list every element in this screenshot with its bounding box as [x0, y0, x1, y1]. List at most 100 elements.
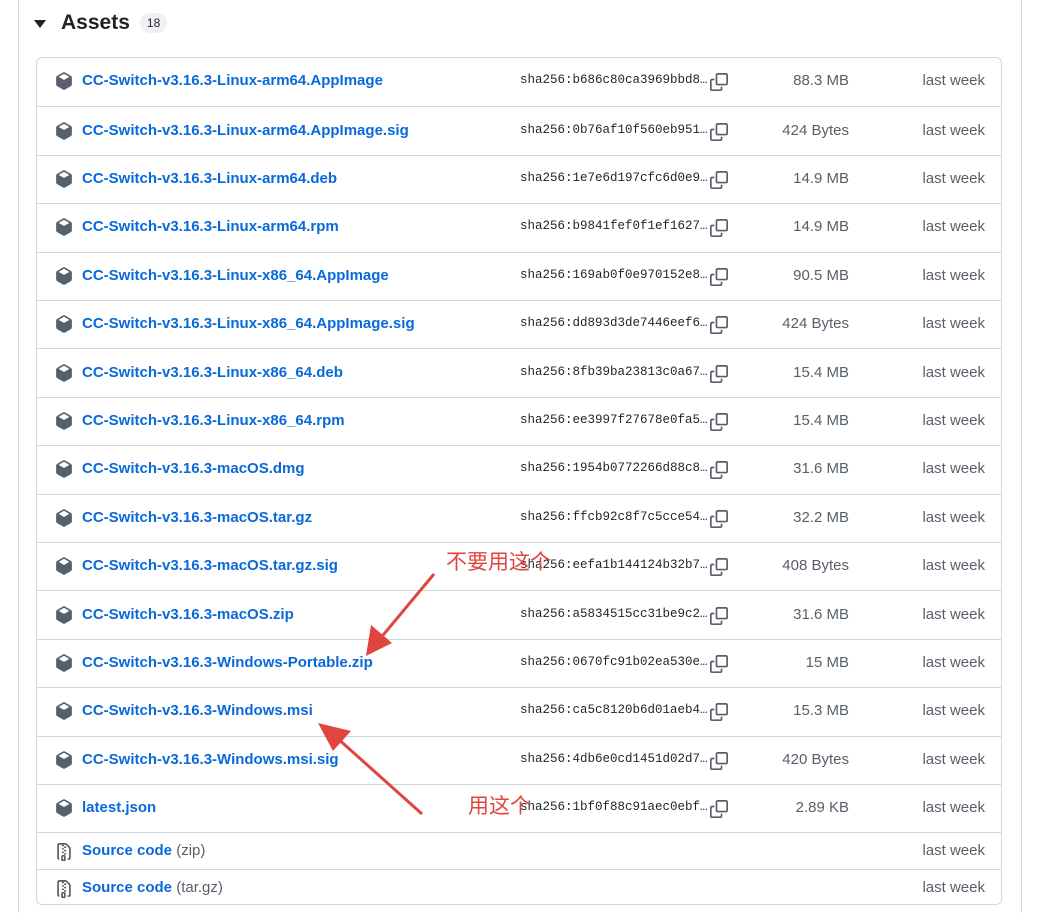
source-code-link[interactable]: Source code (tar.gz)	[82, 879, 223, 896]
asset-size: 424 Bytes	[782, 315, 849, 333]
asset-download-link[interactable]: CC-Switch-v3.16.3-Windows-Portable.zip	[82, 654, 373, 671]
asset-sha256: sha256:a5834515cc31be9c2…	[520, 606, 708, 621]
asset-date: last week	[922, 315, 985, 333]
asset-download-link[interactable]: CC-Switch-v3.16.3-Linux-x86_64.AppImage	[82, 267, 389, 284]
package-icon	[55, 218, 73, 237]
copy-icon[interactable]	[710, 606, 728, 625]
copy-icon[interactable]	[710, 267, 728, 286]
asset-download-link[interactable]: CC-Switch-v3.16.3-Linux-arm64.AppImage	[82, 72, 383, 89]
asset-row: CC-Switch-v3.16.3-macOS.tar.gz sha256:ffc…	[37, 493, 1001, 542]
asset-download-link[interactable]: CC-Switch-v3.16.3-Linux-arm64.rpm	[82, 218, 339, 235]
asset-sha256: sha256:ca5c8120b6d01aeb4…	[520, 703, 708, 718]
asset-row: CC-Switch-v3.16.3-Linux-x86_64.deb sha256…	[37, 348, 1001, 396]
source-code-label: Source code	[82, 841, 173, 859]
asset-date: last week	[922, 411, 985, 429]
source-code-label: Source code	[82, 878, 173, 896]
copy-icon[interactable]	[710, 412, 728, 431]
asset-date: last week	[922, 169, 985, 187]
asset-sha256: sha256:4db6e0cd1451d02d7…	[520, 751, 708, 766]
source-code-link[interactable]: Source code (zip)	[82, 842, 205, 859]
package-icon	[55, 121, 73, 140]
asset-sha256: sha256:8fb39ba23813c0a67…	[520, 364, 708, 379]
asset-row: CC-Switch-v3.16.3-Linux-arm64.AppImage.s…	[37, 106, 1001, 154]
assets-list: CC-Switch-v3.16.3-Linux-arm64.AppImage sh…	[36, 57, 1002, 905]
asset-date: last week	[922, 72, 985, 90]
asset-size: 31.6 MB	[793, 460, 849, 478]
asset-download-link[interactable]: CC-Switch-v3.16.3-Linux-x86_64.deb	[82, 364, 343, 381]
asset-date: last week	[922, 508, 985, 526]
asset-row: CC-Switch-v3.16.3-Windows.msi.sig sha256:…	[37, 735, 1001, 784]
copy-icon[interactable]	[710, 170, 728, 189]
asset-row: CC-Switch-v3.16.3-Linux-x86_64.AppImage s…	[37, 251, 1001, 300]
package-icon	[55, 557, 73, 576]
copy-icon[interactable]	[710, 219, 728, 238]
asset-date: last week	[922, 750, 985, 768]
asset-row: CC-Switch-v3.16.3-macOS.dmg sha256:1954b0…	[37, 445, 1001, 493]
copy-icon[interactable]	[710, 316, 728, 335]
assets-header[interactable]: Assets 18	[34, 6, 168, 40]
asset-sha256: sha256:1954b0772266d88c8…	[520, 461, 708, 476]
asset-download-link[interactable]: CC-Switch-v3.16.3-macOS.zip	[82, 606, 294, 623]
copy-icon[interactable]	[710, 509, 728, 528]
package-icon	[55, 315, 73, 334]
copy-icon[interactable]	[710, 461, 728, 480]
asset-row: CC-Switch-v3.16.3-Linux-arm64.rpm sha256:…	[37, 203, 1001, 251]
release-assets-page: Assets 18 CC-Switch-v3.16.3-Linux-arm64.…	[0, 0, 1041, 913]
asset-sha256: sha256:1bf0f88c91aec0ebf…	[520, 800, 708, 815]
package-icon	[55, 460, 73, 479]
asset-size: 15 MB	[805, 653, 849, 671]
asset-size: 15.3 MB	[793, 702, 849, 720]
asset-download-link[interactable]: CC-Switch-v3.16.3-macOS.tar.gz	[82, 509, 312, 526]
asset-download-link[interactable]: CC-Switch-v3.16.3-macOS.dmg	[82, 460, 305, 477]
asset-size: 31.6 MB	[793, 605, 849, 623]
copy-icon[interactable]	[710, 751, 728, 770]
asset-date: last week	[922, 702, 985, 720]
asset-size: 15.4 MB	[793, 363, 849, 381]
copy-icon[interactable]	[710, 122, 728, 141]
package-icon	[55, 750, 73, 769]
asset-date: last week	[922, 121, 985, 139]
asset-download-link[interactable]: CC-Switch-v3.16.3-Linux-arm64.AppImage.s…	[82, 122, 409, 139]
package-icon	[55, 654, 73, 672]
asset-date: last week	[922, 363, 985, 381]
assets-count-badge: 18	[139, 13, 168, 33]
asset-download-link[interactable]: CC-Switch-v3.16.3-macOS.tar.gz.sig	[82, 557, 338, 574]
asset-date: last week	[922, 266, 985, 284]
source-code-date: last week	[922, 841, 985, 859]
copy-icon[interactable]	[710, 73, 728, 92]
copy-icon[interactable]	[710, 654, 728, 673]
asset-download-link[interactable]: CC-Switch-v3.16.3-Windows.msi	[82, 702, 313, 719]
asset-download-link[interactable]: CC-Switch-v3.16.3-Linux-arm64.deb	[82, 170, 337, 187]
asset-date: last week	[922, 218, 985, 236]
source-code-date: last week	[922, 878, 985, 896]
asset-download-link[interactable]: CC-Switch-v3.16.3-Linux-x86_64.rpm	[82, 412, 345, 429]
package-icon	[55, 702, 73, 721]
assets-title: Assets	[61, 11, 130, 34]
package-icon	[55, 72, 73, 91]
copy-icon[interactable]	[710, 800, 728, 819]
triangle-down-icon[interactable]	[34, 20, 46, 28]
asset-size: 14.9 MB	[793, 218, 849, 236]
copy-icon[interactable]	[710, 703, 728, 722]
asset-date: last week	[922, 653, 985, 671]
package-icon	[55, 266, 73, 285]
asset-download-link[interactable]: latest.json	[82, 799, 156, 816]
asset-row: CC-Switch-v3.16.3-macOS.zip sha256:a58345…	[37, 590, 1001, 638]
asset-size: 14.9 MB	[793, 169, 849, 187]
package-icon	[55, 508, 73, 527]
asset-download-link[interactable]: CC-Switch-v3.16.3-Windows.msi.sig	[82, 751, 339, 768]
asset-download-link[interactable]: CC-Switch-v3.16.3-Linux-x86_64.AppImage.…	[82, 315, 415, 332]
asset-date: last week	[922, 799, 985, 817]
asset-row: CC-Switch-v3.16.3-Linux-x86_64.AppImage.…	[37, 300, 1001, 348]
asset-row: CC-Switch-v3.16.3-Linux-x86_64.rpm sha256…	[37, 396, 1001, 445]
copy-icon[interactable]	[710, 364, 728, 383]
asset-sha256: sha256:b9841fef0f1ef1627…	[520, 219, 708, 234]
source-code-row: Source code (zip) last week	[37, 832, 1001, 869]
copy-icon[interactable]	[710, 558, 728, 577]
asset-sha256: sha256:169ab0f0e970152e8…	[520, 267, 708, 282]
asset-size: 32.2 MB	[793, 508, 849, 526]
asset-sha256: sha256:0670fc91b02ea530e…	[520, 654, 708, 669]
package-icon	[55, 799, 73, 818]
file-zip-icon	[55, 842, 73, 861]
asset-sha256: sha256:0b76af10f560eb951…	[520, 122, 708, 137]
